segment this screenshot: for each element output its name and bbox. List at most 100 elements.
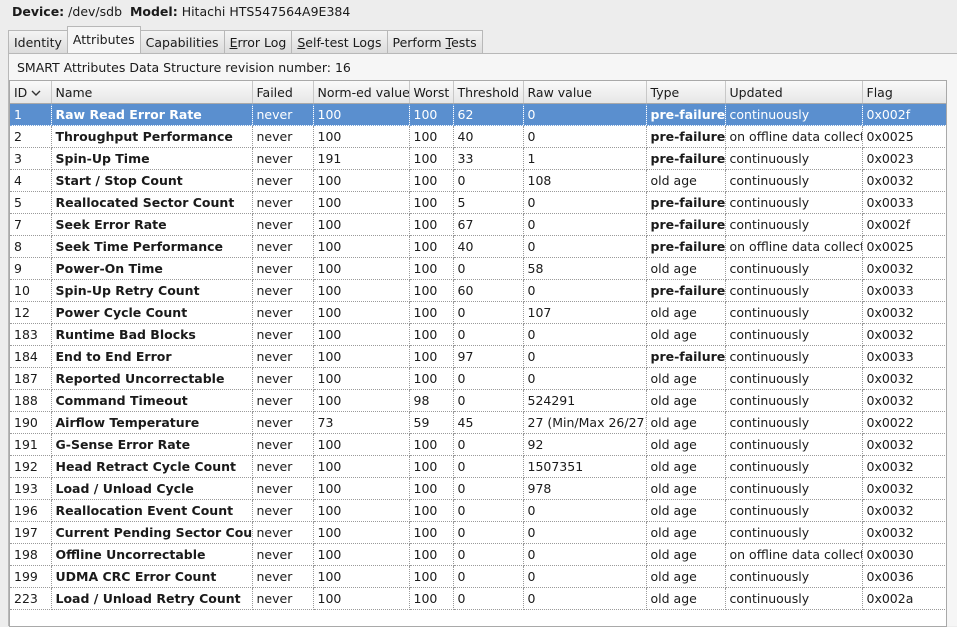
cell-flag: 0x0032 [862, 499, 946, 522]
attributes-table-frame[interactable]: ID Name Failed Norm-ed value Worst Threshold R… [9, 80, 947, 627]
cell-name: Offline Uncorrectable [51, 543, 253, 566]
cell-failed: never [252, 565, 314, 588]
cell-failed: never [252, 521, 314, 544]
cell-type: pre-failure [646, 191, 726, 214]
column-header-type[interactable]: Type [646, 81, 726, 104]
column-header-failed[interactable]: Failed [252, 81, 314, 104]
cell-flag: 0x002a [862, 587, 946, 610]
column-header-updated[interactable]: Updated [725, 81, 863, 104]
table-row[interactable]: 3 Spin-Up Time never 191 100 33 1 pre-failure co… [10, 147, 946, 170]
cell-id: 197 [10, 521, 52, 544]
cell-name: Throughput Performance [51, 125, 253, 148]
cell-threshold: 67 [453, 213, 524, 236]
column-header-label: Type [650, 84, 680, 100]
column-header-id[interactable]: ID [10, 81, 52, 104]
cell-worst: 100 [409, 477, 454, 500]
cell-updated: continuously [725, 499, 863, 522]
cell-id: 199 [10, 565, 52, 588]
cell-id: 3 [10, 147, 52, 170]
tab-identity[interactable]: Identity [8, 30, 68, 53]
tab-capabilities[interactable]: Capabilities [139, 30, 225, 53]
cell-worst: 100 [409, 323, 454, 346]
cell-id: 10 [10, 279, 52, 302]
cell-flag: 0x002f [862, 103, 946, 126]
tab-attributes[interactable]: Attributes [66, 26, 141, 53]
tab-error-log[interactable]: Error Log [223, 30, 293, 53]
table-row[interactable]: 196 Reallocation Event Count never 100 100 0 0… [10, 499, 946, 522]
cell-raw-value: 0 [523, 191, 647, 214]
cell-threshold: 33 [453, 147, 524, 170]
table-row[interactable]: 2 Throughput Performance never 100 100 40 0 pre… [10, 125, 946, 148]
cell-type: old age [646, 477, 726, 500]
table-row[interactable]: 1 Raw Read Error Rate never 100 100 62 0 pre-fa… [10, 103, 946, 126]
cell-raw-value: 92 [523, 433, 647, 456]
cell-failed: never [252, 543, 314, 566]
column-header-flag[interactable]: Flag [862, 81, 946, 104]
column-header-label: Failed [256, 84, 293, 100]
cell-id: 4 [10, 169, 52, 192]
revision-text: SMART Attributes Data Structure revision… [17, 60, 351, 75]
cell-id: 223 [10, 587, 52, 610]
cell-flag: 0x0032 [862, 323, 946, 346]
tab-bar: Identity Attributes Capabilities Error Log S… [8, 26, 483, 53]
cell-threshold: 0 [453, 323, 524, 346]
table-row[interactable]: 187 Reported Uncorrectable never 100 100 0 0 ol… [10, 367, 946, 390]
cell-id: 5 [10, 191, 52, 214]
cell-normed-value: 100 [313, 213, 410, 236]
table-row[interactable]: 223 Load / Unload Retry Count never 100 100 0… [10, 587, 946, 610]
cell-worst: 59 [409, 411, 454, 434]
table-row[interactable]: 197 Current Pending Sector Count never 100 1… [10, 521, 946, 544]
cell-type: old age [646, 499, 726, 522]
cell-type: old age [646, 521, 726, 544]
cell-name: Spin-Up Retry Count [51, 279, 253, 302]
table-row[interactable]: 193 Load / Unload Cycle never 100 100 0 978 old… [10, 477, 946, 500]
table-row[interactable]: 198 Offline Uncorrectable never 100 100 0 0 old… [10, 543, 946, 566]
cell-updated: continuously [725, 367, 863, 390]
cell-id: 184 [10, 345, 52, 368]
table-row[interactable]: 184 End to End Error never 100 100 97 0 pre-fai… [10, 345, 946, 368]
tab-self-test-logs[interactable]: Self-test Logs [291, 30, 388, 53]
cell-threshold: 0 [453, 499, 524, 522]
tab-perform-tests[interactable]: Perform Tests [386, 30, 483, 53]
cell-name: Seek Time Performance [51, 235, 253, 258]
table-row[interactable]: 183 Runtime Bad Blocks never 100 100 0 0 old ag… [10, 323, 946, 346]
cell-raw-value: 0 [523, 103, 647, 126]
attributes-table: ID Name Failed Norm-ed value Worst Threshold R… [10, 81, 946, 610]
column-header-name[interactable]: Name [51, 81, 253, 104]
table-row[interactable]: 12 Power Cycle Count never 100 100 0 107 old ag… [10, 301, 946, 324]
column-header-label: Threshold [457, 84, 520, 100]
cell-worst: 100 [409, 257, 454, 280]
table-row[interactable]: 7 Seek Error Rate never 100 100 67 0 pre-failur… [10, 213, 946, 236]
cell-threshold: 0 [453, 301, 524, 324]
cell-flag: 0x0025 [862, 125, 946, 148]
cell-normed-value: 100 [313, 499, 410, 522]
cell-type: pre-failure [646, 345, 726, 368]
cell-type: old age [646, 411, 726, 434]
cell-type: pre-failure [646, 125, 726, 148]
column-header-worst[interactable]: Worst [409, 81, 454, 104]
column-header-raw-value[interactable]: Raw value [523, 81, 647, 104]
cell-worst: 98 [409, 389, 454, 412]
cell-id: 193 [10, 477, 52, 500]
cell-name: Raw Read Error Rate [51, 103, 253, 126]
table-row[interactable]: 5 Reallocated Sector Count never 100 100 5 0 pr… [10, 191, 946, 214]
table-row[interactable]: 9 Power-On Time never 100 100 0 58 old age conti… [10, 257, 946, 280]
cell-type: old age [646, 301, 726, 324]
column-header-threshold[interactable]: Threshold [453, 81, 524, 104]
table-row[interactable]: 8 Seek Time Performance never 100 100 40 0 pre-… [10, 235, 946, 258]
table-row[interactable]: 190 Airflow Temperature never 73 59 45 27 (Min… [10, 411, 946, 434]
table-row[interactable]: 188 Command Timeout never 100 98 0 524291 old a… [10, 389, 946, 412]
table-row[interactable]: 191 G-Sense Error Rate never 100 100 0 92 old a… [10, 433, 946, 456]
column-header-normed-value[interactable]: Norm-ed value [313, 81, 410, 104]
cell-name: Power Cycle Count [51, 301, 253, 324]
device-info: Device: /dev/sdb Model: Hitachi HTS54756… [12, 3, 350, 21]
cell-threshold: 97 [453, 345, 524, 368]
cell-updated: continuously [725, 433, 863, 456]
table-row[interactable]: 192 Head Retract Cycle Count never 100 100 0 1… [10, 455, 946, 478]
table-row[interactable]: 10 Spin-Up Retry Count never 100 100 60 0 pre-f… [10, 279, 946, 302]
cell-raw-value: 0 [523, 345, 647, 368]
table-row[interactable]: 4 Start / Stop Count never 100 100 0 108 old ag… [10, 169, 946, 192]
cell-id: 196 [10, 499, 52, 522]
cell-updated: on offline data collect. [725, 235, 863, 258]
table-row[interactable]: 199 UDMA CRC Error Count never 100 100 0 0 old … [10, 565, 946, 588]
